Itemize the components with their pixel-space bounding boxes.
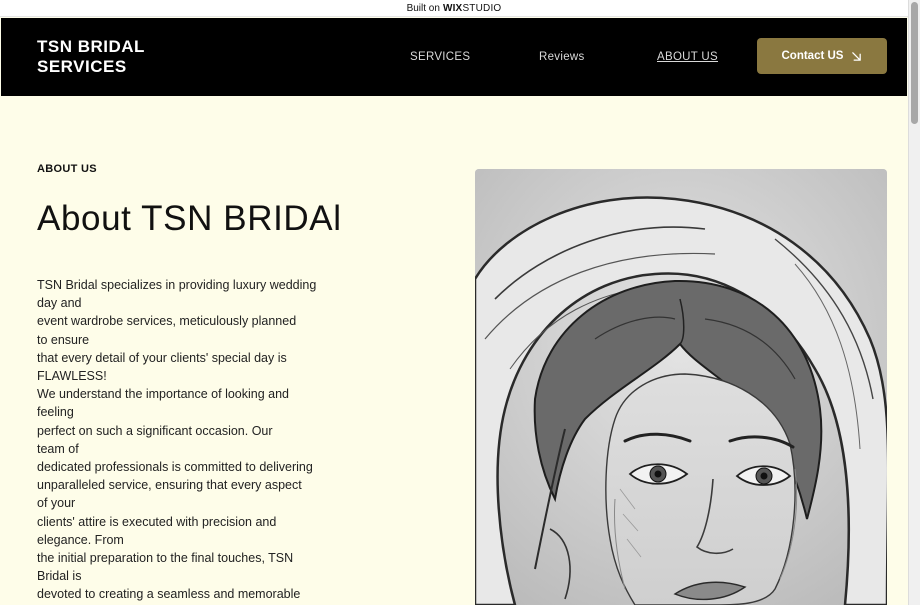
nav-about-us[interactable]: ABOUT US bbox=[657, 51, 718, 63]
built-on-text: Built on bbox=[406, 2, 440, 14]
brand-line-2: SERVICES bbox=[37, 57, 127, 76]
builder-banner[interactable]: Built on WIX STUDIO bbox=[0, 0, 908, 17]
site-header: TSN BRIDAL SERVICES SERVICES Reviews ABO… bbox=[1, 18, 907, 96]
studio-logo-text: STUDIO bbox=[462, 2, 502, 14]
contact-us-label: Contact US bbox=[781, 50, 844, 62]
wix-logo-text: WIX bbox=[442, 2, 463, 14]
paragraph-line: team of bbox=[37, 441, 79, 456]
paragraph-line: elegance. From bbox=[37, 532, 124, 547]
paragraph-line: We understand the importance of looking … bbox=[37, 387, 290, 402]
paragraph-line: perfect on such a significant occasion. … bbox=[37, 423, 273, 438]
paragraph-line: event wardrobe services, meticulously pl… bbox=[37, 314, 297, 329]
paragraph-line: unparalleled service, ensuring that ever… bbox=[37, 478, 302, 493]
arrow-down-right-icon bbox=[852, 51, 862, 61]
paragraph-line: dedicated professionals is committed to … bbox=[37, 460, 313, 475]
about-section: ABOUT US About TSN BRIDAl TSN Bridal spe… bbox=[1, 96, 907, 605]
paragraph-line: feeling bbox=[37, 405, 74, 420]
paragraph-line: day and bbox=[37, 296, 82, 311]
page-title: About TSN BRIDAl bbox=[37, 199, 342, 238]
paragraph-line: Bridal is bbox=[37, 569, 82, 584]
bride-sketch-image bbox=[475, 169, 887, 605]
section-eyebrow: ABOUT US bbox=[37, 163, 97, 175]
nav-reviews[interactable]: Reviews bbox=[539, 51, 585, 63]
nav-services[interactable]: SERVICES bbox=[410, 51, 470, 63]
about-paragraph: TSN Bridal specializes in providing luxu… bbox=[37, 276, 357, 604]
paragraph-line: FLAWLESS! bbox=[37, 369, 107, 384]
paragraph-line: devoted to creating a seamless and memor… bbox=[37, 587, 301, 602]
paragraph-line: that every detail of your clients' speci… bbox=[37, 350, 287, 365]
paragraph-line: the initial preparation to the final tou… bbox=[37, 551, 294, 566]
scrollbar-thumb[interactable] bbox=[911, 2, 918, 124]
paragraph-line: to ensure bbox=[37, 332, 90, 347]
site-logo[interactable]: TSN BRIDAL SERVICES bbox=[37, 37, 145, 77]
brand-line-1: TSN BRIDAL bbox=[37, 37, 145, 56]
paragraph-line: of your bbox=[37, 496, 76, 511]
contact-us-button[interactable]: Contact US bbox=[757, 38, 887, 74]
bride-portrait-image bbox=[475, 169, 887, 605]
paragraph-line: TSN Bridal specializes in providing luxu… bbox=[37, 278, 317, 292]
paragraph-line: clients' attire is executed with precisi… bbox=[37, 514, 277, 529]
